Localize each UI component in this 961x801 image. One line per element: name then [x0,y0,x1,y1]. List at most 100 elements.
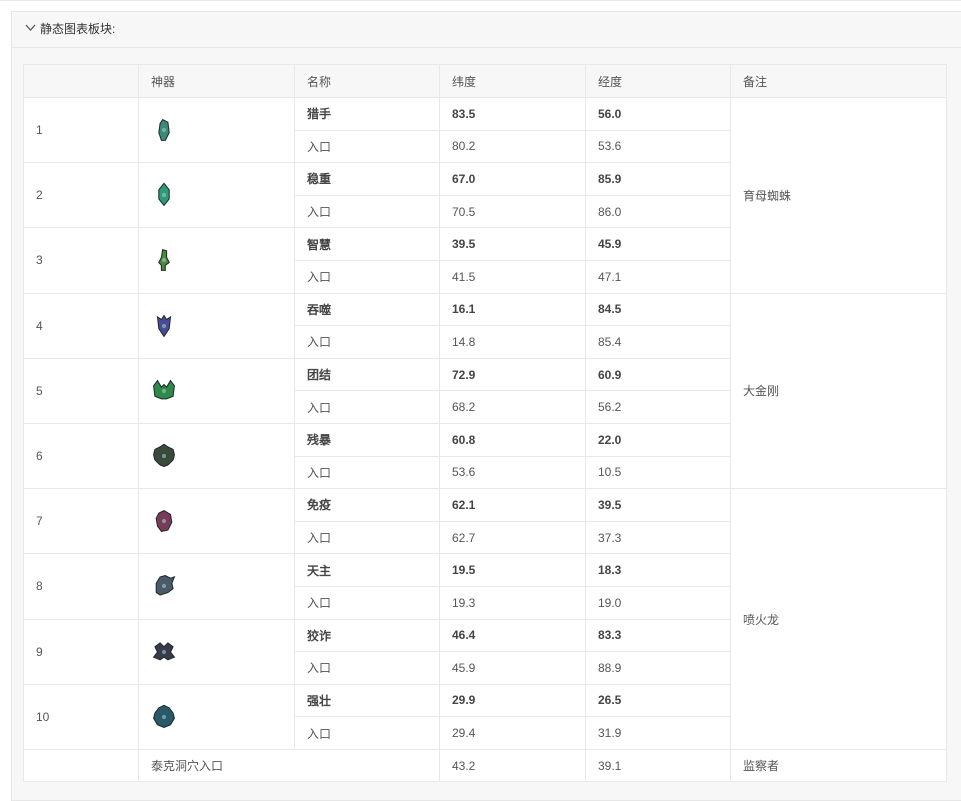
artifact-cell [138,292,295,359]
entrance-label: 入口 [294,455,440,490]
boss-note: 育母蜘蛛 [730,97,947,294]
artifact-steadfast-icon[interactable] [151,182,177,208]
row-index: 3 [23,227,139,294]
artifact-cell [138,162,295,229]
row-index: 5 [23,357,139,424]
entrance-longitude: 19.0 [585,585,731,620]
artifact-immune-icon[interactable] [151,508,177,534]
artifact-longitude: 83.3 [585,618,731,653]
artifact-clever-icon[interactable] [151,247,177,273]
artifact-cunning-icon[interactable] [151,639,177,665]
artifact-longitude: 26.5 [585,683,731,718]
artifact-longitude: 84.5 [585,292,731,327]
artifact-longitude: 85.9 [585,162,731,196]
artifact-strong-icon[interactable] [151,704,177,730]
artifact-latitude: 19.5 [439,553,586,587]
entrance-label: 入口 [294,716,440,750]
artifact-latitude: 60.8 [439,422,586,457]
entrance-latitude: 80.2 [439,129,586,164]
entrance-label: 入口 [294,325,440,359]
artifact-pack-icon[interactable] [151,378,177,404]
row-index: 4 [23,292,139,359]
entrance-longitude: 37.3 [585,520,731,555]
artifact-name: 智慧 [294,227,440,261]
entrance-longitude: 47.1 [585,259,731,294]
artifact-name: 团结 [294,357,440,392]
entrance-latitude: 62.7 [439,520,586,555]
boss-note: 喷火龙 [730,488,947,750]
artifact-cell [138,422,295,490]
entrance-longitude: 31.9 [585,716,731,750]
entrance-label: 入口 [294,259,440,294]
entrance-label: 入口 [294,390,440,424]
artifact-latitude: 16.1 [439,292,586,327]
entrance-latitude: 68.2 [439,390,586,424]
artifact-cell [138,618,295,685]
row-index: 10 [23,683,139,750]
artifact-longitude: 39.5 [585,488,731,522]
panel-header[interactable] [12,12,961,48]
artifact-hunter-icon[interactable] [151,117,177,143]
artifact-cell [138,96,295,164]
header-index [23,64,139,98]
entrance-latitude: 29.4 [439,716,586,750]
boss-note: 大金刚 [730,292,947,490]
artifact-cell [138,683,295,750]
artifact-name: 免疫 [294,488,440,522]
chevron-down-icon[interactable] [25,22,36,33]
entrance-label: 入口 [294,585,440,620]
entrance-label: 入口 [294,194,440,229]
entrance-latitude: 19.3 [439,585,586,620]
row-index: 1 [23,96,139,164]
artifact-longitude: 18.3 [585,553,731,587]
artifact-cell [138,227,295,294]
entrance-latitude: 14.8 [439,325,586,359]
artifact-name: 猎手 [294,97,440,131]
header-artifact: 神器 [138,64,295,98]
artifact-latitude: 39.5 [439,227,586,261]
entrance-longitude: 85.4 [585,325,731,359]
artifact-latitude: 72.9 [439,357,586,392]
artifact-devourer-icon[interactable] [151,313,177,339]
artifact-latitude: 62.1 [439,488,586,522]
artifact-name: 狡诈 [294,618,440,653]
artifact-longitude: 60.9 [585,357,731,392]
entrance-label: 入口 [294,129,440,164]
entrance-longitude: 53.6 [585,129,731,164]
footer-latitude: 43.2 [439,748,586,783]
table-row: 泰克洞穴入口 43.2 39.1 监察者 [23,748,947,783]
artifact-massive-icon[interactable] [151,573,177,599]
artifact-name: 稳重 [294,162,440,196]
row-index: 6 [23,422,139,490]
artifact-longitude: 22.0 [585,422,731,457]
entrance-label: 入口 [294,651,440,685]
artifact-longitude: 45.9 [585,227,731,261]
entrance-longitude: 88.9 [585,651,731,685]
entrance-label: 入口 [294,520,440,555]
artifact-cell [138,488,295,555]
artifact-longitude: 56.0 [585,97,731,131]
entrance-latitude: 53.6 [439,455,586,490]
header-notes: 备注 [730,64,947,98]
artifact-latitude: 83.5 [439,97,586,131]
artifact-latitude: 29.9 [439,683,586,718]
entrance-longitude: 56.2 [585,390,731,424]
row-index: 9 [23,618,139,685]
artifact-latitude: 46.4 [439,618,586,653]
table-row: 1 猎手 83.5 56.0 育母蜘蛛 [23,96,947,294]
artifact-cell [138,357,295,424]
artifact-brute-icon[interactable] [151,443,177,469]
footer-name: 泰克洞穴入口 [138,748,440,783]
entrance-longitude: 86.0 [585,194,731,229]
table-row: 4 吞噬 16.1 84.5 大金刚 [23,292,947,490]
table-row: 7 免疫 62.1 39.5 喷火龙 [23,488,947,750]
entrance-latitude: 70.5 [439,194,586,229]
artifact-name: 强壮 [294,683,440,718]
top-divider [0,0,961,1]
entrance-longitude: 10.5 [585,455,731,490]
artifact-name: 天主 [294,553,440,587]
entrance-latitude: 41.5 [439,259,586,294]
header-longitude: 经度 [585,64,731,98]
row-index: 7 [23,488,139,555]
footer-longitude: 39.1 [585,748,731,783]
